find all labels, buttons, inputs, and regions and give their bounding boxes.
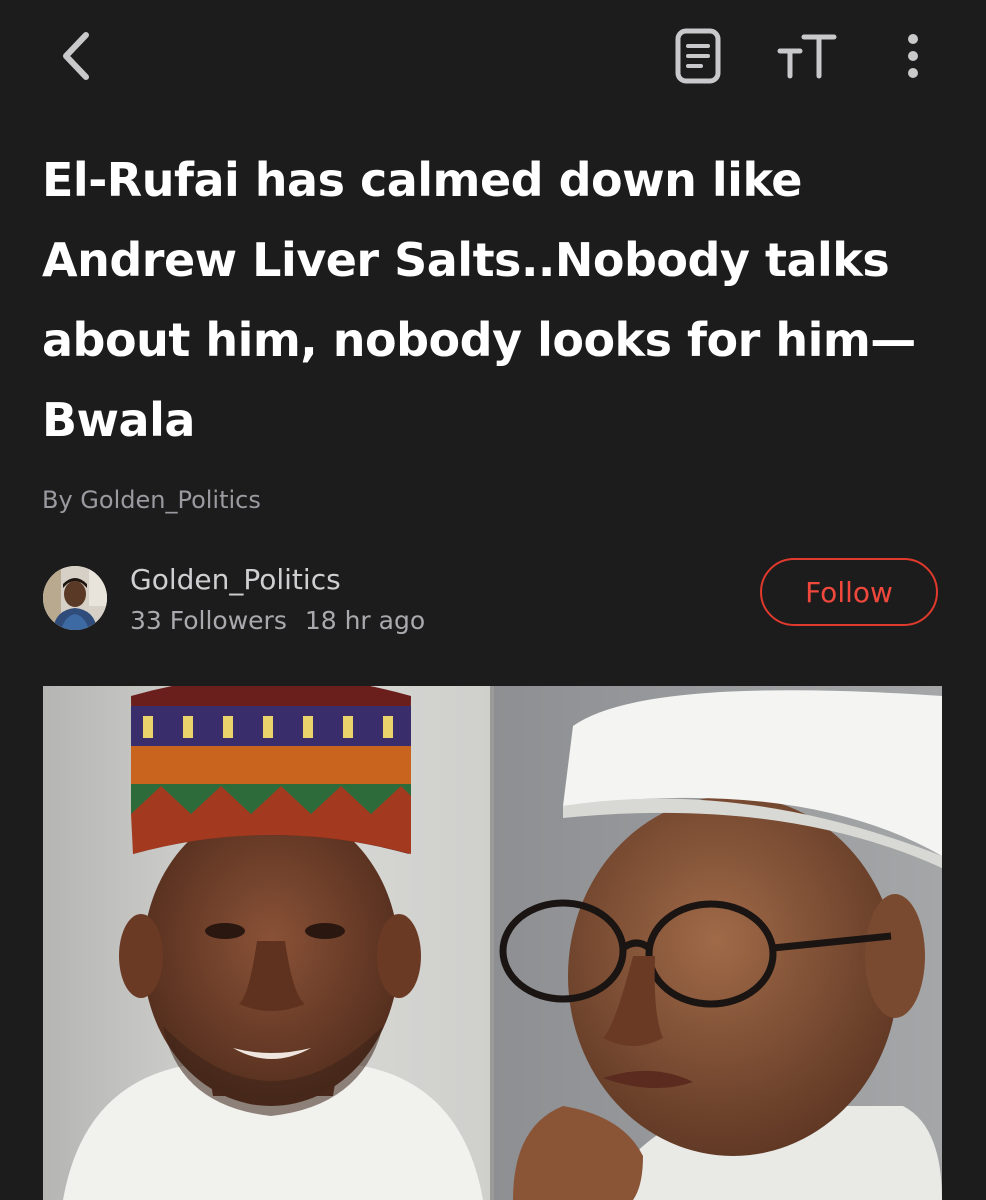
text-size-icon [777, 34, 837, 79]
avatar-image [43, 566, 107, 630]
article-headline: El-Rufai has calmed down like Andrew Liv… [42, 153, 916, 447]
article-photo [43, 686, 942, 1200]
author-avatar[interactable] [43, 566, 107, 630]
post-time: 18 hr ago [304, 606, 426, 635]
reader-mode-button[interactable] [668, 24, 728, 88]
back-button[interactable] [50, 24, 104, 88]
top-bar [0, 0, 986, 112]
chevron-left-icon [63, 32, 89, 80]
document-icon [675, 28, 721, 84]
article-image [43, 686, 942, 1200]
author-meta: 33 Followers 18 hr ago [130, 604, 425, 638]
follower-count: 33 Followers [130, 606, 287, 635]
follow-button[interactable]: Follow [760, 558, 938, 626]
author-row: Golden_Politics 33 Followers 18 hr ago F… [0, 556, 986, 646]
text-size-button[interactable] [772, 24, 842, 88]
more-options-button[interactable] [888, 24, 938, 88]
article-byline: By Golden_Politics [42, 486, 261, 514]
author-name[interactable]: Golden_Politics [130, 560, 341, 600]
more-vertical-icon [908, 34, 918, 78]
